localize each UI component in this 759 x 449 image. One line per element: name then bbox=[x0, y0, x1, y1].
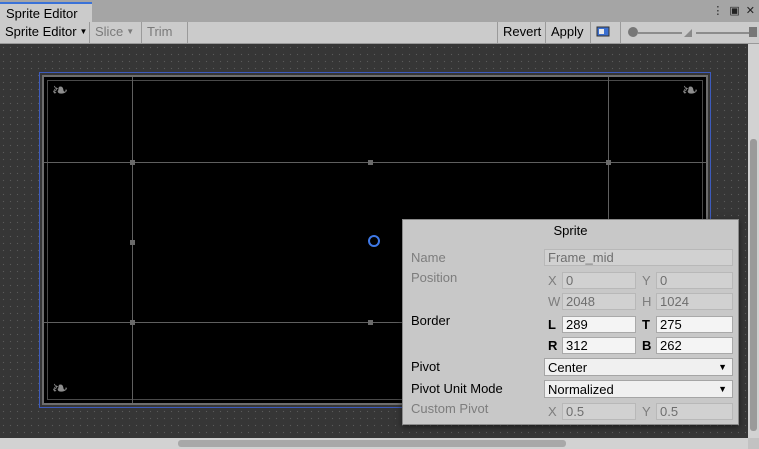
toolbar: Sprite Editor ▼ Slice ▼ Trim Revert Apply bbox=[0, 22, 759, 44]
l-axis-label: L bbox=[548, 317, 556, 332]
custom-pivot-label: Custom Pivot bbox=[411, 401, 489, 416]
sprite-inspector-panel: Sprite Name Frame_mid Position X 0 Y 0 W… bbox=[402, 219, 739, 425]
r-axis-label: R bbox=[548, 338, 558, 353]
slice-label: Slice bbox=[95, 24, 124, 39]
custom-pivot-y-field[interactable]: 0.5 bbox=[656, 403, 733, 420]
custom-pivot-x-label: X bbox=[548, 404, 557, 419]
chevron-down-icon: ▼ bbox=[718, 384, 727, 394]
slice-button[interactable]: Slice ▼ bbox=[90, 22, 142, 43]
position-x-field[interactable]: 0 bbox=[562, 272, 636, 289]
ornament-bottom-left-icon: ❧ bbox=[51, 378, 69, 400]
rgb-toggle-icon bbox=[596, 26, 610, 37]
window-controls: ⋮ ▣ ✕ bbox=[712, 4, 755, 17]
border-handle[interactable] bbox=[368, 320, 373, 325]
x-axis-label: X bbox=[548, 273, 557, 288]
b-axis-label: B bbox=[642, 338, 652, 353]
mip-slider-track[interactable] bbox=[696, 32, 754, 34]
position-y-field[interactable]: 0 bbox=[656, 272, 733, 289]
w-axis-label: W bbox=[548, 294, 561, 309]
pivot-dropdown[interactable]: Center ▼ bbox=[544, 358, 733, 376]
maximize-icon[interactable]: ▣ bbox=[729, 4, 739, 17]
chevron-down-icon: ▼ bbox=[718, 362, 727, 372]
panel-title: Sprite bbox=[553, 223, 588, 238]
border-left-field[interactable]: 289 bbox=[562, 316, 636, 333]
name-field[interactable]: Frame_mid bbox=[544, 249, 733, 266]
y-axis-label: Y bbox=[642, 273, 651, 288]
apply-button[interactable]: Apply bbox=[546, 22, 591, 43]
kebab-menu-icon[interactable]: ⋮ bbox=[712, 4, 723, 17]
border-handle[interactable] bbox=[606, 160, 611, 165]
zoom-slider-track[interactable] bbox=[638, 32, 682, 34]
revert-button[interactable]: Revert bbox=[497, 22, 546, 43]
pivot-value: Center bbox=[548, 360, 588, 375]
t-axis-label: T bbox=[642, 317, 650, 332]
border-handle[interactable] bbox=[130, 160, 135, 165]
tab-sprite-editor[interactable]: Sprite Editor bbox=[0, 2, 92, 22]
height-field[interactable]: 1024 bbox=[656, 293, 733, 310]
border-top-field[interactable]: 275 bbox=[656, 316, 733, 333]
border-handle[interactable] bbox=[130, 240, 135, 245]
ornament-top-right-icon: ❧ bbox=[681, 80, 699, 102]
apply-label: Apply bbox=[551, 24, 584, 39]
close-icon[interactable]: ✕ bbox=[746, 4, 755, 17]
trim-button[interactable]: Trim bbox=[142, 22, 188, 43]
border-right-field[interactable]: 312 bbox=[562, 337, 636, 354]
zoom-slider-thumb[interactable] bbox=[628, 27, 638, 37]
vertical-scrollbar[interactable] bbox=[748, 44, 759, 438]
tab-title: Sprite Editor bbox=[6, 6, 78, 21]
ornament-top-left-icon: ❧ bbox=[51, 80, 69, 102]
pivot-label: Pivot bbox=[411, 359, 440, 374]
position-label: Position bbox=[411, 270, 458, 285]
mode-label: Sprite Editor bbox=[5, 24, 77, 39]
chevron-down-icon: ▼ bbox=[79, 27, 88, 36]
window-tab-bar: Sprite Editor ⋮ ▣ ✕ bbox=[0, 0, 759, 22]
custom-pivot-x-field[interactable]: 0.5 bbox=[562, 403, 636, 420]
h-axis-label: H bbox=[642, 294, 652, 309]
pivot-unit-mode-label: Pivot Unit Mode bbox=[411, 381, 503, 396]
border-bottom-field[interactable]: 262 bbox=[656, 337, 733, 354]
rgb-toggle-button[interactable] bbox=[591, 22, 621, 43]
mip-level-icon bbox=[684, 29, 692, 37]
name-label: Name bbox=[411, 250, 446, 265]
horizontal-scroll-thumb[interactable] bbox=[178, 440, 566, 447]
width-field[interactable]: 2048 bbox=[562, 293, 636, 310]
custom-pivot-y-label: Y bbox=[642, 404, 651, 419]
chevron-down-icon: ▼ bbox=[126, 27, 135, 36]
pivot-unit-mode-dropdown[interactable]: Normalized ▼ bbox=[544, 380, 733, 398]
pivot-unit-mode-value: Normalized bbox=[548, 382, 614, 397]
border-label: Border bbox=[411, 313, 451, 328]
mode-dropdown[interactable]: Sprite Editor ▼ bbox=[0, 22, 90, 43]
border-handle[interactable] bbox=[130, 320, 135, 325]
mip-slider-thumb[interactable] bbox=[749, 27, 757, 37]
horizontal-scrollbar[interactable] bbox=[0, 438, 748, 449]
pivot-handle[interactable] bbox=[368, 235, 380, 247]
trim-label: Trim bbox=[147, 24, 173, 39]
vertical-scroll-thumb[interactable] bbox=[750, 139, 757, 431]
border-handle[interactable] bbox=[368, 160, 373, 165]
revert-label: Revert bbox=[503, 24, 542, 39]
